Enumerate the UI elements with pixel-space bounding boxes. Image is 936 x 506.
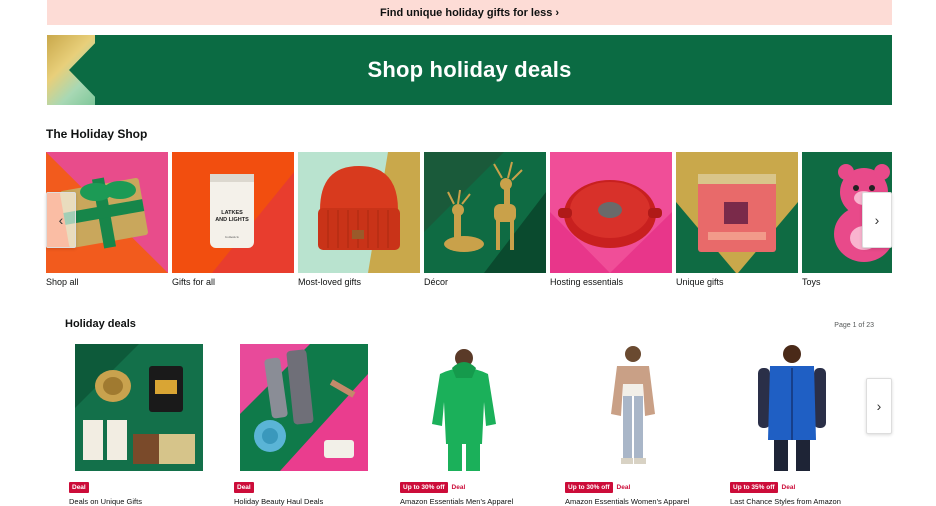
chevron-left-icon: ‹ xyxy=(58,212,64,228)
deal-badge: Deal xyxy=(234,481,254,493)
tile-label[interactable]: Gifts for all xyxy=(172,277,294,287)
tile-label[interactable]: Toys xyxy=(802,277,892,287)
tile-label[interactable]: Hosting essentials xyxy=(550,277,672,287)
promo-banner[interactable]: Find unique holiday gifts for less › xyxy=(47,0,892,25)
holiday-deals-title: Holiday deals xyxy=(65,318,136,330)
deal-badges: Deal xyxy=(69,481,219,493)
tile-decor-image xyxy=(424,152,546,273)
tile-unique-gifts-image xyxy=(676,152,798,273)
holiday-shop-carousel: Shop all LATKES AND LIGHTS homesick Gift… xyxy=(46,152,892,292)
unique-gifts-product-image xyxy=(75,344,195,464)
deal-label: Deal xyxy=(616,483,631,491)
deal-badges: Up to 30% off Deal xyxy=(400,481,550,493)
tile-label[interactable]: Most-loved gifts xyxy=(298,277,420,287)
deal-card[interactable]: Deal Holiday Beauty Haul Deals xyxy=(234,344,384,506)
tile-gifts-for-all[interactable]: LATKES AND LIGHTS homesick Gifts for all xyxy=(172,152,294,287)
page-indicator: Page 1 of 23 xyxy=(834,322,874,329)
hero-title: Shop holiday deals xyxy=(367,57,572,82)
mens-apparel-product-image xyxy=(432,349,496,471)
deal-image[interactable] xyxy=(240,344,368,471)
last-chance-styles-product-image xyxy=(758,345,826,471)
deal-badges: Up to 35% off Deal xyxy=(730,481,880,493)
deal-image[interactable] xyxy=(565,344,693,471)
deal-card[interactable]: Up to 30% off Deal Amazon Essentials Men… xyxy=(400,344,550,506)
deal-image[interactable] xyxy=(75,344,203,471)
deal-image[interactable] xyxy=(730,344,858,471)
hero-banner[interactable]: Shop holiday deals xyxy=(47,35,892,105)
shop-carousel-prev-button[interactable]: ‹ xyxy=(46,192,76,248)
tile-unique-gifts[interactable]: Unique gifts xyxy=(676,152,798,287)
tile-most-loved-gifts[interactable]: Most-loved gifts xyxy=(298,152,420,287)
holiday-shop-title: The Holiday Shop xyxy=(46,127,148,141)
deal-image[interactable] xyxy=(400,344,528,471)
deal-badge: Up to 30% off xyxy=(565,481,613,493)
shop-carousel-next-button[interactable]: › xyxy=(862,192,892,248)
deal-badges: Deal xyxy=(234,481,384,493)
tile-gifts-for-all-image: LATKES AND LIGHTS homesick xyxy=(172,152,294,273)
womens-apparel-product-image xyxy=(611,346,655,464)
deal-label: Deal xyxy=(781,483,796,491)
tile-label[interactable]: Décor xyxy=(424,277,546,287)
beauty-haul-product-image xyxy=(240,344,368,471)
dutch-oven-icon xyxy=(550,180,672,273)
svg-text:AND LIGHTS: AND LIGHTS xyxy=(215,217,249,223)
deal-label: Deal xyxy=(451,483,466,491)
deal-card[interactable]: Deal Deals on Unique Gifts xyxy=(69,344,219,506)
candle-icon: LATKES AND LIGHTS homesick xyxy=(210,172,294,273)
promo-banner-text[interactable]: Find unique holiday gifts for less › xyxy=(380,7,559,19)
tea-tin-icon xyxy=(676,174,798,273)
chevron-right-icon: › xyxy=(876,398,882,414)
deal-badges: Up to 30% off Deal xyxy=(565,481,715,493)
deals-carousel-next-button[interactable]: › xyxy=(866,378,892,434)
tile-label[interactable]: Unique gifts xyxy=(676,277,798,287)
tile-label[interactable]: Shop all xyxy=(46,277,168,287)
tile-hosting-essentials[interactable]: Hosting essentials xyxy=(550,152,672,287)
beanie-icon xyxy=(318,152,420,273)
svg-text:homesick: homesick xyxy=(225,235,239,239)
deal-badge: Up to 30% off xyxy=(400,481,448,493)
chevron-right-icon: › xyxy=(874,212,880,228)
deal-card[interactable]: Up to 35% off Deal Last Chance Styles fr… xyxy=(730,344,880,506)
tile-decor[interactable]: Décor xyxy=(424,152,546,287)
deal-badge: Deal xyxy=(69,481,89,493)
reindeer-icon xyxy=(424,152,546,273)
tile-most-loved-gifts-image xyxy=(298,152,420,273)
deal-badge: Up to 35% off xyxy=(730,481,778,493)
svg-text:LATKES: LATKES xyxy=(221,210,243,216)
deal-card[interactable]: Up to 30% off Deal Amazon Essentials Wom… xyxy=(565,344,715,506)
tile-hosting-essentials-image xyxy=(550,152,672,273)
